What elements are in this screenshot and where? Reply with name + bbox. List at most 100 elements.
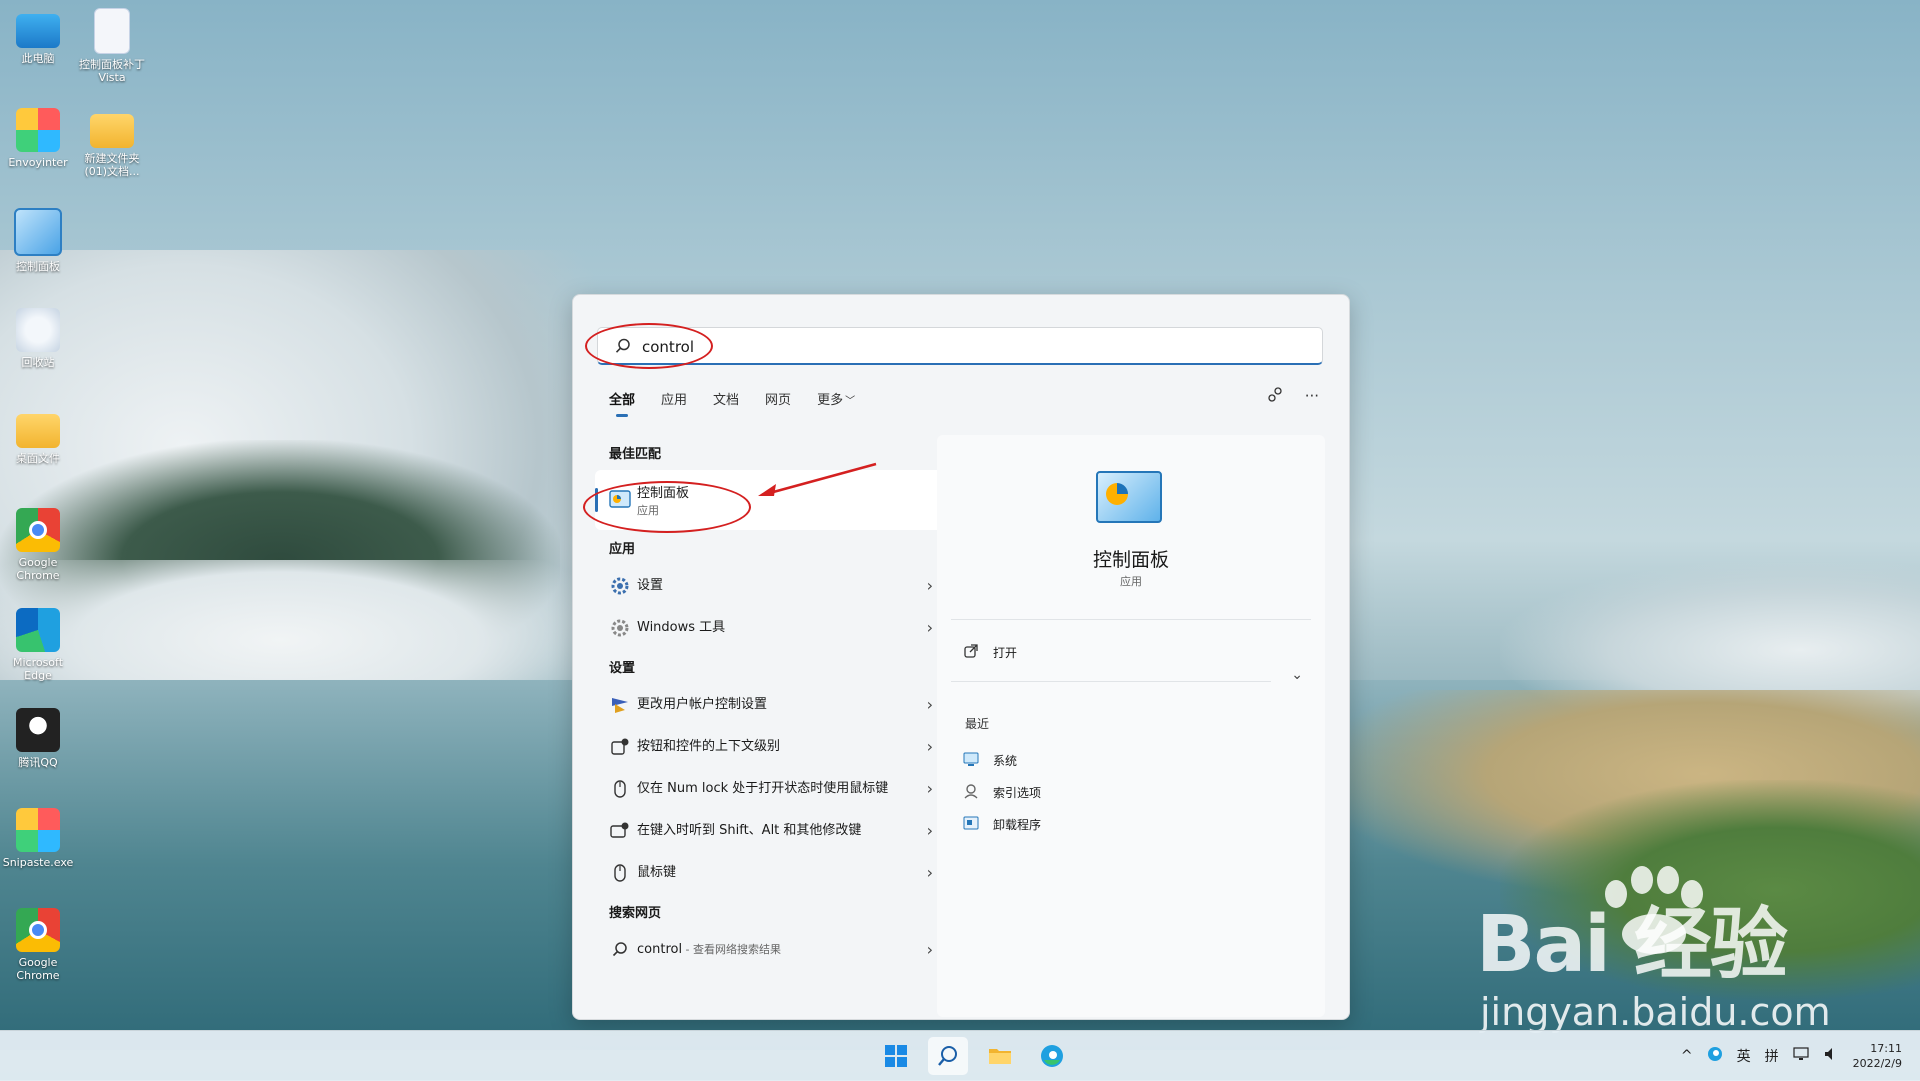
desktop-icon-this-pc[interactable]: 此电脑 [0,8,76,65]
desktop-icon-snipaste[interactable]: Snipaste.exe [0,808,76,869]
desktop-icon-edge[interactable]: Microsoft Edge [0,608,76,682]
chevron-right-icon: › [926,695,933,714]
desktop-icon-app[interactable]: Envoyinter [0,108,76,169]
desktop-icon-qq[interactable]: 腾讯QQ [0,708,76,769]
folder-icon [90,114,134,148]
open-label: 打开 [993,646,1018,660]
search-input[interactable] [640,332,1264,362]
desktop-icon-label: 控制面板补丁 Vista [79,58,145,84]
preview-title: 控制面板 [1092,549,1169,571]
section-heading-apps: 应用 [609,542,636,557]
tools-icon [611,619,629,637]
desktop-icon-control-panel[interactable]: 控制面板 [0,208,76,273]
result-web-search[interactable]: control - 查看网络搜索结果 › [595,929,949,971]
desktop-icon-folder-2[interactable]: 桌面文件 [0,408,76,465]
desktop-icon-label: 桌面文件 [16,452,60,465]
tab-more[interactable]: 更多 ﹀ [817,389,855,408]
desktop-icon-chrome[interactable]: Google Chrome [0,508,76,582]
result-mouse-keys[interactable]: 鼠标键 › [595,852,949,894]
network-icon[interactable] [1792,1046,1809,1066]
panel-actions: ··· [1267,387,1319,407]
taskbar-edge[interactable] [1032,1037,1072,1075]
chevron-right-icon: › [926,576,933,595]
desktop-icons: 此电脑 控制面板补丁 Vista Envoyinter 新建文件夹 (01)文档… [0,0,170,1010]
section-heading-web: 搜索网页 [609,906,662,921]
volume-icon[interactable] [1823,1046,1839,1066]
divider [951,619,1311,620]
control-panel-icon [14,208,62,256]
annotation-arrow-icon [758,462,877,496]
start-icon [885,1045,907,1067]
clock[interactable]: 17:11 2022/2/9 [1853,1041,1902,1071]
desktop-icon-document[interactable]: 控制面板补丁 Vista [74,8,150,84]
recent-item-index-options[interactable]: 索引选项 [963,775,1293,807]
start-button[interactable] [876,1037,916,1075]
taskbar-apps [876,1037,1072,1075]
annotation-circle-search [585,323,713,369]
recent-label: 卸载程序 [993,818,1042,832]
result-modifier-keys[interactable]: 在键入时听到 Shift、Alt 和其他修改键 › [595,810,949,852]
result-settings[interactable]: 设置 › [595,565,949,607]
result-numlock-mouse-keys[interactable]: 仅在 Num lock 处于打开状态时使用鼠标键 › [595,768,949,810]
result-label: 更改用户帐户控制设置 [637,697,768,712]
taskbar-file-explorer[interactable] [980,1037,1020,1075]
section-heading-settings: 设置 [609,661,636,676]
desktop-icon-recycle-bin[interactable]: 回收站 [0,308,76,369]
recent-item-system[interactable]: 系统 [963,743,1293,775]
preview-subtitle: 应用 [1120,575,1142,588]
clock-time: 17:11 [1870,1042,1902,1055]
file-explorer-icon [989,1049,1011,1064]
desktop-icon-label: 腾讯QQ [18,756,58,769]
chevron-up-icon[interactable]: ^ [1681,1048,1693,1064]
uac-flag-icon [612,698,628,713]
taskbar-search-button[interactable] [928,1037,968,1075]
result-label: 按钮和控件的上下文级别 [637,739,781,754]
recent-label: 索引选项 [993,786,1042,800]
baidu-paw-icon [1605,866,1703,954]
context-icon [611,738,629,755]
recent-item-uninstall[interactable]: 卸载程序 [963,807,1293,839]
desktop-icon-folder[interactable]: 新建文件夹 (01)文档... [74,108,150,178]
monitor-icon [16,14,60,48]
chevron-down-icon[interactable]: ⌄ [1291,667,1303,683]
chevron-right-icon: › [926,737,933,756]
web-hint: - 查看网络搜索结果 [682,943,782,956]
uninstall-icon [963,816,979,830]
chevron-down-icon: ﹀ [845,396,856,407]
tab-more-label: 更多 [817,393,844,408]
result-context-level[interactable]: 按钮和控件的上下文级别 › [595,726,949,768]
edge-tray-icon[interactable] [1707,1046,1723,1066]
more-options-button[interactable]: ··· [1305,387,1319,407]
ime-indicator[interactable]: 拼 [1765,1046,1779,1066]
edge-icon [16,608,60,652]
desktop-icon-chrome-2[interactable]: Google Chrome [0,908,76,982]
tab-documents[interactable]: 文档 [713,389,739,408]
annotation-circle-best-match [583,481,751,533]
desktop-icon-label: 回收站 [21,356,55,369]
mouse-icon [614,780,626,798]
result-label: Windows 工具 [637,620,726,635]
watermark-url: jingyan.baidu.com [1480,990,1831,1034]
app-icon [16,108,60,152]
tab-all[interactable]: 全部 [609,389,635,408]
language-indicator[interactable]: 英 [1737,1046,1751,1066]
result-label: 设置 [637,578,664,593]
desktop-icon-label: Snipaste.exe [2,856,74,869]
open-button[interactable]: 打开 [951,635,1291,669]
search-icon [938,1046,957,1066]
clock-date: 2022/2/9 [1852,1057,1902,1070]
search-panel: 全部 应用 文档 网页 更多﹀ ··· 最佳匹配 控制面板 应用 应用 设置 › [572,294,1350,1020]
chevron-right-icon: › [926,618,933,637]
taskbar: ^ 英 拼 17:11 2022/2/9 [0,1030,1920,1081]
share-icon[interactable] [1267,387,1283,407]
recent-list: 系统 索引选项 卸载程序 [963,743,1293,839]
search-icon [612,942,627,957]
tab-apps[interactable]: 应用 [661,389,687,408]
recent-heading: 最近 [965,717,990,731]
chevron-right-icon: › [926,940,933,959]
tab-web[interactable]: 网页 [765,389,791,408]
result-uac-settings[interactable]: 更改用户帐户控制设置 › [595,684,949,726]
system-tray: ^ 英 拼 17:11 2022/2/9 [1681,1031,1920,1081]
result-windows-tools[interactable]: Windows 工具 › [595,607,949,649]
recent-label: 系统 [993,754,1018,768]
